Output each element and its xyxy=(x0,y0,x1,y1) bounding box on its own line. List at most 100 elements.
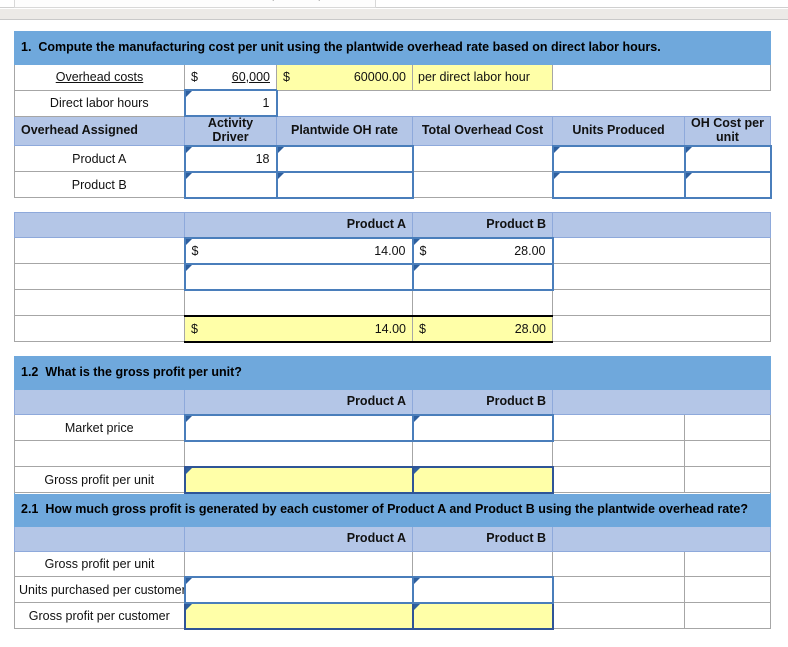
activity-driver-product-b-input[interactable] xyxy=(183,170,278,199)
plantwide-rate-amount: 60000.00 xyxy=(353,70,406,85)
activity-driver-product-a-input[interactable]: 18 xyxy=(183,144,278,173)
chrome-glyph-1: | xyxy=(272,0,274,1)
plantwide-oh-rate-product-a-input[interactable] xyxy=(275,144,414,173)
cost-table-header-trailing xyxy=(551,211,772,238)
overhead-costs-row: Overhead costs $ 60,000 $ 60000.00 per d… xyxy=(14,64,772,91)
cost-row-2-label xyxy=(14,263,185,290)
customer-row-3-trailing-2 xyxy=(683,602,772,629)
market-price-product-a-input[interactable] xyxy=(183,413,414,442)
table-row: Product B xyxy=(14,170,772,199)
overhead-row-label-product-b: Product B xyxy=(14,171,185,198)
gross-profit-label-blank xyxy=(14,440,185,467)
question-1-row: 1. Compute the manufacturing cost per un… xyxy=(13,31,772,65)
question-21-number: 2.1 xyxy=(21,501,39,516)
customer-label-gross-profit-per-unit: Gross profit per unit xyxy=(14,550,185,577)
cost-row-1-a-value: 14.00 xyxy=(374,243,406,258)
cost-row-3-product-a xyxy=(184,289,413,316)
market-price-trailing-1 xyxy=(552,414,685,441)
table-row: $ 14.00 $ 28.00 xyxy=(14,236,772,265)
cost-total-a-value: 14.00 xyxy=(374,321,406,336)
plantwide-oh-rate-product-b-input[interactable] xyxy=(275,170,414,199)
gross-profit-label-market-price: Market price xyxy=(14,414,185,441)
customer-label-units-purchased: Units purchased per customer xyxy=(14,576,185,603)
header-total-overhead-cost: Total Overhead Cost xyxy=(412,115,553,146)
customer-label-gross-profit-per-customer: Gross profit per customer xyxy=(14,602,185,629)
cost-row-1-b-currency: $ xyxy=(419,243,427,258)
gross-profit-blank-trailing-1 xyxy=(552,440,685,467)
gross-profit-per-unit-trailing-1 xyxy=(552,466,685,493)
customer-row-2-trailing-1 xyxy=(552,576,685,603)
table-row xyxy=(14,289,772,316)
chrome-glyph-4: — xyxy=(768,0,777,1)
table-row: Units purchased per customer xyxy=(14,575,772,604)
table-row: Product A 18 xyxy=(14,144,772,173)
units-produced-product-a-input[interactable] xyxy=(551,144,686,173)
cost-row-1-a-currency: $ xyxy=(191,243,199,258)
gross-profit-per-customer-product-a-input[interactable] xyxy=(183,601,414,630)
cost-total-label xyxy=(14,315,185,342)
gross-profit-blank-trailing-2 xyxy=(683,440,772,467)
cost-total-a-currency: $ xyxy=(191,321,198,336)
gross-profit-per-unit-trailing-2 xyxy=(683,466,772,493)
browser-tab-ghost[interactable] xyxy=(14,0,376,8)
question-1-banner: 1. Compute the manufacturing cost per un… xyxy=(13,31,772,65)
oh-cost-per-unit-product-a-input[interactable] xyxy=(683,144,772,173)
cost-row-1-product-a[interactable]: $ 14.00 xyxy=(183,236,414,265)
customer-header-row: Product A Product B xyxy=(14,525,772,552)
cost-total-row: $ 14.00 $ 28.00 xyxy=(14,314,772,343)
customer-row-2-trailing-2 xyxy=(683,576,772,603)
units-purchased-product-b-input[interactable] xyxy=(411,575,554,604)
customer-row-1-trailing-1 xyxy=(552,550,685,577)
cost-row-1-product-b[interactable]: $ 28.00 xyxy=(411,236,554,265)
chrome-glyph-2: | xyxy=(318,0,320,1)
cost-row-2-product-a[interactable] xyxy=(183,262,414,291)
question-21-row: 2.1 How much gross profit is generated b… xyxy=(13,492,772,527)
direct-labor-hours-input[interactable]: 1 xyxy=(183,89,278,117)
units-purchased-product-a-input[interactable] xyxy=(183,575,414,604)
table-row: Gross profit per customer xyxy=(14,601,772,630)
gross-profit-header-row: Product A Product B xyxy=(14,388,772,415)
gross-profit-blank-product-b xyxy=(412,440,553,467)
browser-toolbar-band xyxy=(0,9,788,20)
cost-total-b-currency: $ xyxy=(419,321,426,336)
gross-profit-header-product-a: Product A xyxy=(184,388,413,415)
header-oh-cost-per-unit: OH Cost per unit xyxy=(683,115,772,146)
worksheet-grid: 1. Compute the manufacturing cost per un… xyxy=(13,31,772,630)
table-row: Gross profit per unit xyxy=(14,550,772,577)
table-row xyxy=(14,440,772,467)
cost-total-trailing xyxy=(551,315,772,342)
cost-row-1-label xyxy=(14,237,185,264)
question-1-number: 1. xyxy=(21,40,32,55)
cost-table-header-blank xyxy=(14,211,185,238)
direct-labor-hours-label: Direct labor hours xyxy=(14,89,185,117)
spacer-row xyxy=(14,341,771,356)
gross-profit-per-unit-product-b-input[interactable] xyxy=(411,465,554,494)
customer-header-trailing xyxy=(551,525,772,552)
market-price-product-b-input[interactable] xyxy=(411,413,554,442)
question-1-text: Compute the manufacturing cost per unit … xyxy=(38,40,661,55)
plantwide-rate-unit-cell: per direct labor hour xyxy=(412,64,553,91)
customer-header-blank xyxy=(14,525,185,552)
plantwide-rate-cell: $ 60000.00 xyxy=(276,64,413,91)
cost-total-b-value: 28.00 xyxy=(514,321,546,336)
cost-total-product-a: $ 14.00 xyxy=(184,314,413,343)
question-12-row: 1.2 What is the gross profit per unit? xyxy=(13,355,772,390)
oh-cost-per-unit-product-b-input[interactable] xyxy=(683,170,772,199)
cost-total-product-b: $ 28.00 xyxy=(412,314,553,343)
cost-row-3-label xyxy=(14,289,185,316)
gross-profit-label-per-unit: Gross profit per unit xyxy=(14,466,185,493)
cost-row-2-product-b[interactable] xyxy=(411,262,554,291)
chrome-glyph-3: — xyxy=(348,0,357,1)
gross-profit-per-unit-product-a-input[interactable] xyxy=(183,465,414,494)
question-12-text: What is the gross profit per unit? xyxy=(45,364,242,379)
units-produced-product-b-input[interactable] xyxy=(551,170,686,199)
cost-row-1-trailing xyxy=(551,237,772,264)
overhead-table-header-row: Overhead Assigned Activity Driver Plantw… xyxy=(14,115,772,146)
table-row: Market price xyxy=(14,413,772,442)
gross-profit-per-customer-product-b-input[interactable] xyxy=(411,601,554,630)
spacer-row xyxy=(14,197,771,212)
cost-row-3-trailing xyxy=(551,289,772,316)
overhead-costs-currency: $ xyxy=(191,70,198,84)
gross-profit-header-trailing xyxy=(551,388,772,415)
header-activity-driver: Activity Driver xyxy=(184,115,277,146)
